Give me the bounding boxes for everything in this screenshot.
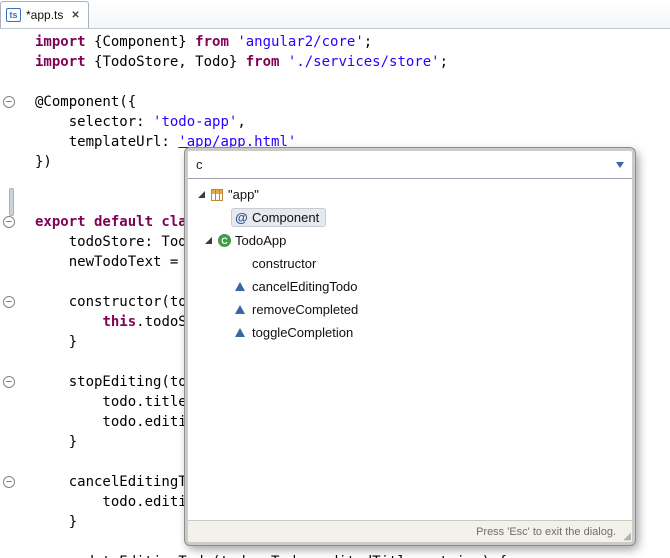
outline-item[interactable]: cancelEditingTodo <box>188 275 632 298</box>
editor-tab-bar: ts *app.ts ✕ <box>0 0 670 29</box>
method-icon <box>235 282 245 291</box>
fold-collapse-icon[interactable]: − <box>3 376 15 388</box>
method-icon <box>235 305 245 314</box>
outline-filter-row: c <box>188 151 632 179</box>
code-token: } <box>35 514 78 530</box>
code-line[interactable]: @Component({ <box>0 92 670 112</box>
code-line[interactable]: selector: 'todo-app', <box>0 112 670 132</box>
code-token: './services/store' <box>287 54 440 70</box>
code-token: {Component} <box>94 34 196 50</box>
outline-item-label: removeCompleted <box>252 302 359 317</box>
outline-item-label: cancelEditingTodo <box>252 279 358 294</box>
code-token: } <box>35 334 78 350</box>
outline-item[interactable]: removeCompleted <box>188 298 632 321</box>
code-token: @Component({ <box>35 94 137 110</box>
tab-app-ts[interactable]: ts *app.ts ✕ <box>0 1 89 28</box>
outline-item[interactable]: "app" <box>188 183 632 206</box>
code-token: selector: <box>35 114 154 130</box>
tree-expanded-arrow-icon[interactable] <box>198 191 205 198</box>
code-token: import <box>35 54 95 70</box>
fold-collapse-icon[interactable]: − <box>3 476 15 488</box>
dialog-status-text: Press 'Esc' to exit the dialog. <box>476 525 616 538</box>
outline-item-label: Component <box>252 210 320 225</box>
outline-item[interactable]: constructor <box>188 252 632 275</box>
class-icon: C <box>218 234 231 247</box>
quick-outline-dialog: c "app" @ Component C TodoApp constructor canc… <box>184 147 636 546</box>
tab-close-icon[interactable]: ✕ <box>71 10 79 21</box>
outline-item[interactable]: toggleCompletion <box>188 321 632 344</box>
code-line[interactable] <box>0 72 670 92</box>
code-token: import <box>35 34 95 50</box>
code-token: 'angular2/core' <box>237 34 364 50</box>
code-line[interactable]: import {TodoStore, Todo} from './service… <box>0 52 670 72</box>
code-token: from <box>245 54 288 70</box>
outline-item[interactable]: @ Component <box>188 206 632 229</box>
typescript-file-icon: ts <box>6 8 21 22</box>
module-icon <box>211 188 223 201</box>
dropdown-arrow-icon[interactable] <box>616 161 624 168</box>
resize-grip[interactable]: ◢ <box>623 532 631 542</box>
code-token: }) <box>35 154 52 170</box>
method-icon <box>235 328 245 337</box>
code-token: updateEditingTodo(todo: Todo, editedTitl… <box>35 554 507 558</box>
code-token: {TodoStore, Todo} <box>94 54 246 70</box>
code-token: export default class <box>35 214 204 230</box>
outline-item-label: constructor <box>252 256 317 271</box>
annotation-icon: @ <box>235 210 248 225</box>
dialog-status-bar: Press 'Esc' to exit the dialog. ◢ <box>188 520 632 542</box>
tree-expanded-arrow-icon[interactable] <box>205 237 212 244</box>
fold-collapse-icon[interactable]: − <box>3 216 15 228</box>
code-token: from <box>195 34 238 50</box>
outline-item-label: "app" <box>228 187 259 202</box>
code-token: newTodoText = <box>35 254 187 270</box>
outline-item-label: TodoApp <box>235 233 287 248</box>
code-token: ; <box>439 54 449 70</box>
outline-item[interactable]: C TodoApp <box>188 229 632 252</box>
outline-item-label: toggleCompletion <box>252 325 354 340</box>
code-token: 'todo-app' <box>153 114 238 130</box>
fold-collapse-icon[interactable]: − <box>3 96 15 108</box>
code-line[interactable]: updateEditingTodo(todo: Todo, editedTitl… <box>0 552 670 558</box>
code-line[interactable]: import {Component} from 'angular2/core'; <box>0 32 670 52</box>
fold-collapse-icon[interactable]: − <box>3 296 15 308</box>
code-token: } <box>35 434 78 450</box>
outline-filter-input[interactable]: c <box>196 157 616 172</box>
tab-title: *app.ts <box>26 8 64 22</box>
code-token: ; <box>363 34 373 50</box>
code-token: templateUrl: <box>35 134 179 150</box>
outline-tree: "app" @ Component C TodoApp constructor cancel… <box>188 179 632 520</box>
code-token: this <box>102 314 137 330</box>
code-token: , <box>237 114 246 130</box>
